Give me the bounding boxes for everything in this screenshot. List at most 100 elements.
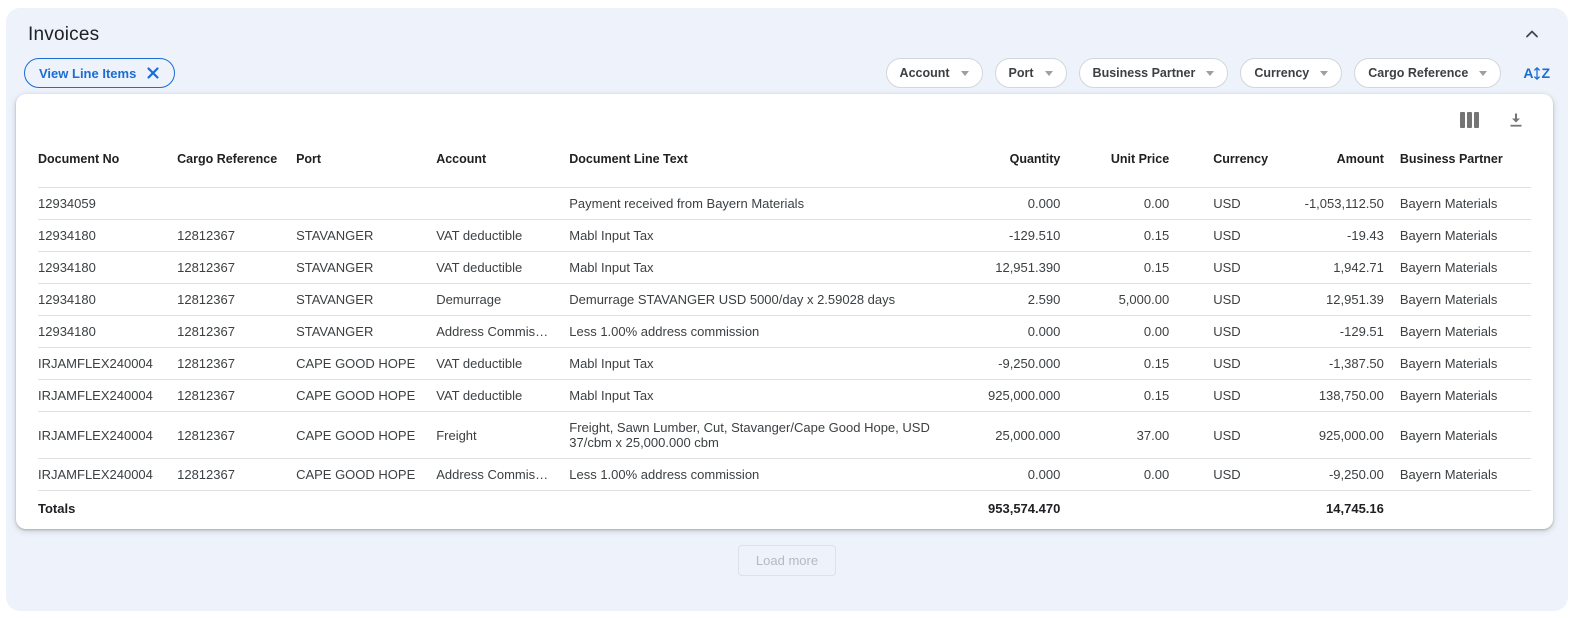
column-header-port[interactable]: Port xyxy=(296,132,436,188)
cell-cargo_reference: 12812367 xyxy=(177,459,296,491)
table-row[interactable]: 1293418012812367STAVANGERDemurrageDemurr… xyxy=(38,284,1531,316)
cell-quantity: 925,000.000 xyxy=(970,380,1076,412)
cell-amount: -1,053,112.50 xyxy=(1274,188,1400,220)
cell-unit_price: 0.15 xyxy=(1076,252,1185,284)
cell-document_no: 12934180 xyxy=(38,252,177,284)
cell-cargo_reference: 12812367 xyxy=(177,380,296,412)
close-icon[interactable] xyxy=(146,66,160,80)
column-header-amount[interactable]: Amount xyxy=(1274,132,1400,188)
view-line-items-chip[interactable]: View Line Items xyxy=(24,58,175,88)
cell-port: STAVANGER xyxy=(296,316,436,348)
cell-business_partner: Bayern Materials xyxy=(1400,220,1531,252)
column-header-unit_price[interactable]: Unit Price xyxy=(1076,132,1185,188)
chevron-down-icon xyxy=(961,71,969,76)
cell-port: CAPE GOOD HOPE xyxy=(296,380,436,412)
filter-chip-currency[interactable]: Currency xyxy=(1240,58,1342,88)
cell-quantity: 25,000.000 xyxy=(970,412,1076,459)
column-header-quantity[interactable]: Quantity xyxy=(970,132,1076,188)
filter-chip-business-partner[interactable]: Business Partner xyxy=(1079,58,1229,88)
download-icon[interactable] xyxy=(1507,111,1525,129)
cell-amount: -9,250.00 xyxy=(1274,459,1400,491)
cell-unit_price: 5,000.00 xyxy=(1076,284,1185,316)
cell-document_line_text: Payment received from Bayern Materials xyxy=(569,188,970,220)
cell-document_no: IRJAMFLEX240004 xyxy=(38,412,177,459)
invoices-panel: Invoices View Line Items AccountPortBusi… xyxy=(6,8,1568,611)
cell-business_partner: Bayern Materials xyxy=(1400,380,1531,412)
cell-cargo_reference: 12812367 xyxy=(177,412,296,459)
cell-currency: USD xyxy=(1185,348,1274,380)
cell-quantity: 0.000 xyxy=(970,316,1076,348)
table-row[interactable]: IRJAMFLEX24000412812367CAPE GOOD HOPEAdd… xyxy=(38,459,1531,491)
filter-chip-label: Currency xyxy=(1254,66,1309,80)
table-row[interactable]: 1293418012812367STAVANGERVAT deductibleM… xyxy=(38,220,1531,252)
cell-port: CAPE GOOD HOPE xyxy=(296,412,436,459)
column-header-document_line_text[interactable]: Document Line Text xyxy=(569,132,970,188)
cell-cargo_reference xyxy=(177,188,296,220)
cell-account: VAT deductible xyxy=(436,348,569,380)
cell-document_line_text: Freight, Sawn Lumber, Cut, Stavanger/Cap… xyxy=(569,412,970,459)
filter-chip-account[interactable]: Account xyxy=(886,58,983,88)
cell-account: Freight xyxy=(436,412,569,459)
cell-currency: USD xyxy=(1185,252,1274,284)
cell-document_no: 12934180 xyxy=(38,316,177,348)
cell-amount: 925,000.00 xyxy=(1274,412,1400,459)
column-header-document_no[interactable]: Document No xyxy=(38,132,177,188)
filter-chip-cargo-reference[interactable]: Cargo Reference xyxy=(1354,58,1501,88)
cell-quantity: 0.000 xyxy=(970,459,1076,491)
cell-cargo_reference: 12812367 xyxy=(177,316,296,348)
table-row[interactable]: 12934059Payment received from Bayern Mat… xyxy=(38,188,1531,220)
column-header-cargo_reference[interactable]: Cargo Reference xyxy=(177,132,296,188)
cell-amount: 138,750.00 xyxy=(1274,380,1400,412)
cell-document_no: 12934180 xyxy=(38,284,177,316)
table-row[interactable]: 1293418012812367STAVANGERVAT deductibleM… xyxy=(38,252,1531,284)
column-header-currency[interactable]: Currency xyxy=(1185,132,1274,188)
view-line-items-label: View Line Items xyxy=(39,66,136,81)
chevron-down-icon xyxy=(1320,71,1328,76)
cell-account: Address Commis… xyxy=(436,316,569,348)
cell-amount: -19.43 xyxy=(1274,220,1400,252)
cell-quantity: 2.590 xyxy=(970,284,1076,316)
filter-chip-port[interactable]: Port xyxy=(995,58,1067,88)
load-more-button[interactable]: Load more xyxy=(738,545,836,576)
totals-document_no: Totals xyxy=(38,491,177,528)
cell-unit_price: 0.15 xyxy=(1076,220,1185,252)
table-row[interactable]: IRJAMFLEX24000412812367CAPE GOOD HOPEFre… xyxy=(38,412,1531,459)
view-columns-icon[interactable] xyxy=(1460,112,1479,128)
table-row[interactable]: 1293418012812367STAVANGERAddress Commis…… xyxy=(38,316,1531,348)
cell-amount: 12,951.39 xyxy=(1274,284,1400,316)
invoices-table: Document NoCargo ReferencePortAccountDoc… xyxy=(38,132,1531,527)
cell-account: VAT deductible xyxy=(436,380,569,412)
chevron-up-icon xyxy=(1524,26,1540,42)
cell-document_no: IRJAMFLEX240004 xyxy=(38,459,177,491)
collapse-panel-button[interactable] xyxy=(1522,24,1542,44)
sort-az-icon[interactable]: AZ xyxy=(1523,65,1550,81)
totals-quantity: 953,574.470 xyxy=(970,491,1076,528)
filters: Account Port Business Partner Currency Cargo… xyxy=(886,58,1550,88)
cell-cargo_reference: 12812367 xyxy=(177,220,296,252)
column-header-account[interactable]: Account xyxy=(436,132,569,188)
cell-quantity: 0.000 xyxy=(970,188,1076,220)
table-row[interactable]: IRJAMFLEX24000412812367CAPE GOOD HOPEVAT… xyxy=(38,380,1531,412)
cell-business_partner: Bayern Materials xyxy=(1400,348,1531,380)
page-title: Invoices xyxy=(28,24,99,46)
cell-port: STAVANGER xyxy=(296,220,436,252)
cell-unit_price: 0.00 xyxy=(1076,188,1185,220)
column-header-business_partner[interactable]: Business Partner xyxy=(1400,132,1531,188)
totals-cargo_reference xyxy=(177,491,296,528)
table-row[interactable]: IRJAMFLEX24000412812367CAPE GOOD HOPEVAT… xyxy=(38,348,1531,380)
cell-business_partner: Bayern Materials xyxy=(1400,459,1531,491)
cell-document_line_text: Demurrage STAVANGER USD 5000/day x 2.590… xyxy=(569,284,970,316)
totals-unit_price xyxy=(1076,491,1185,528)
cell-port xyxy=(296,188,436,220)
cell-amount: -129.51 xyxy=(1274,316,1400,348)
cell-currency: USD xyxy=(1185,380,1274,412)
cell-account: VAT deductible xyxy=(436,252,569,284)
table-toolbar xyxy=(38,94,1531,132)
cell-document_no: 12934180 xyxy=(38,220,177,252)
chevron-down-icon xyxy=(1479,71,1487,76)
cell-amount: -1,387.50 xyxy=(1274,348,1400,380)
filter-chip-label: Cargo Reference xyxy=(1368,66,1468,80)
chevron-down-icon xyxy=(1206,71,1214,76)
filter-chip-label: Account xyxy=(900,66,950,80)
cell-business_partner: Bayern Materials xyxy=(1400,412,1531,459)
